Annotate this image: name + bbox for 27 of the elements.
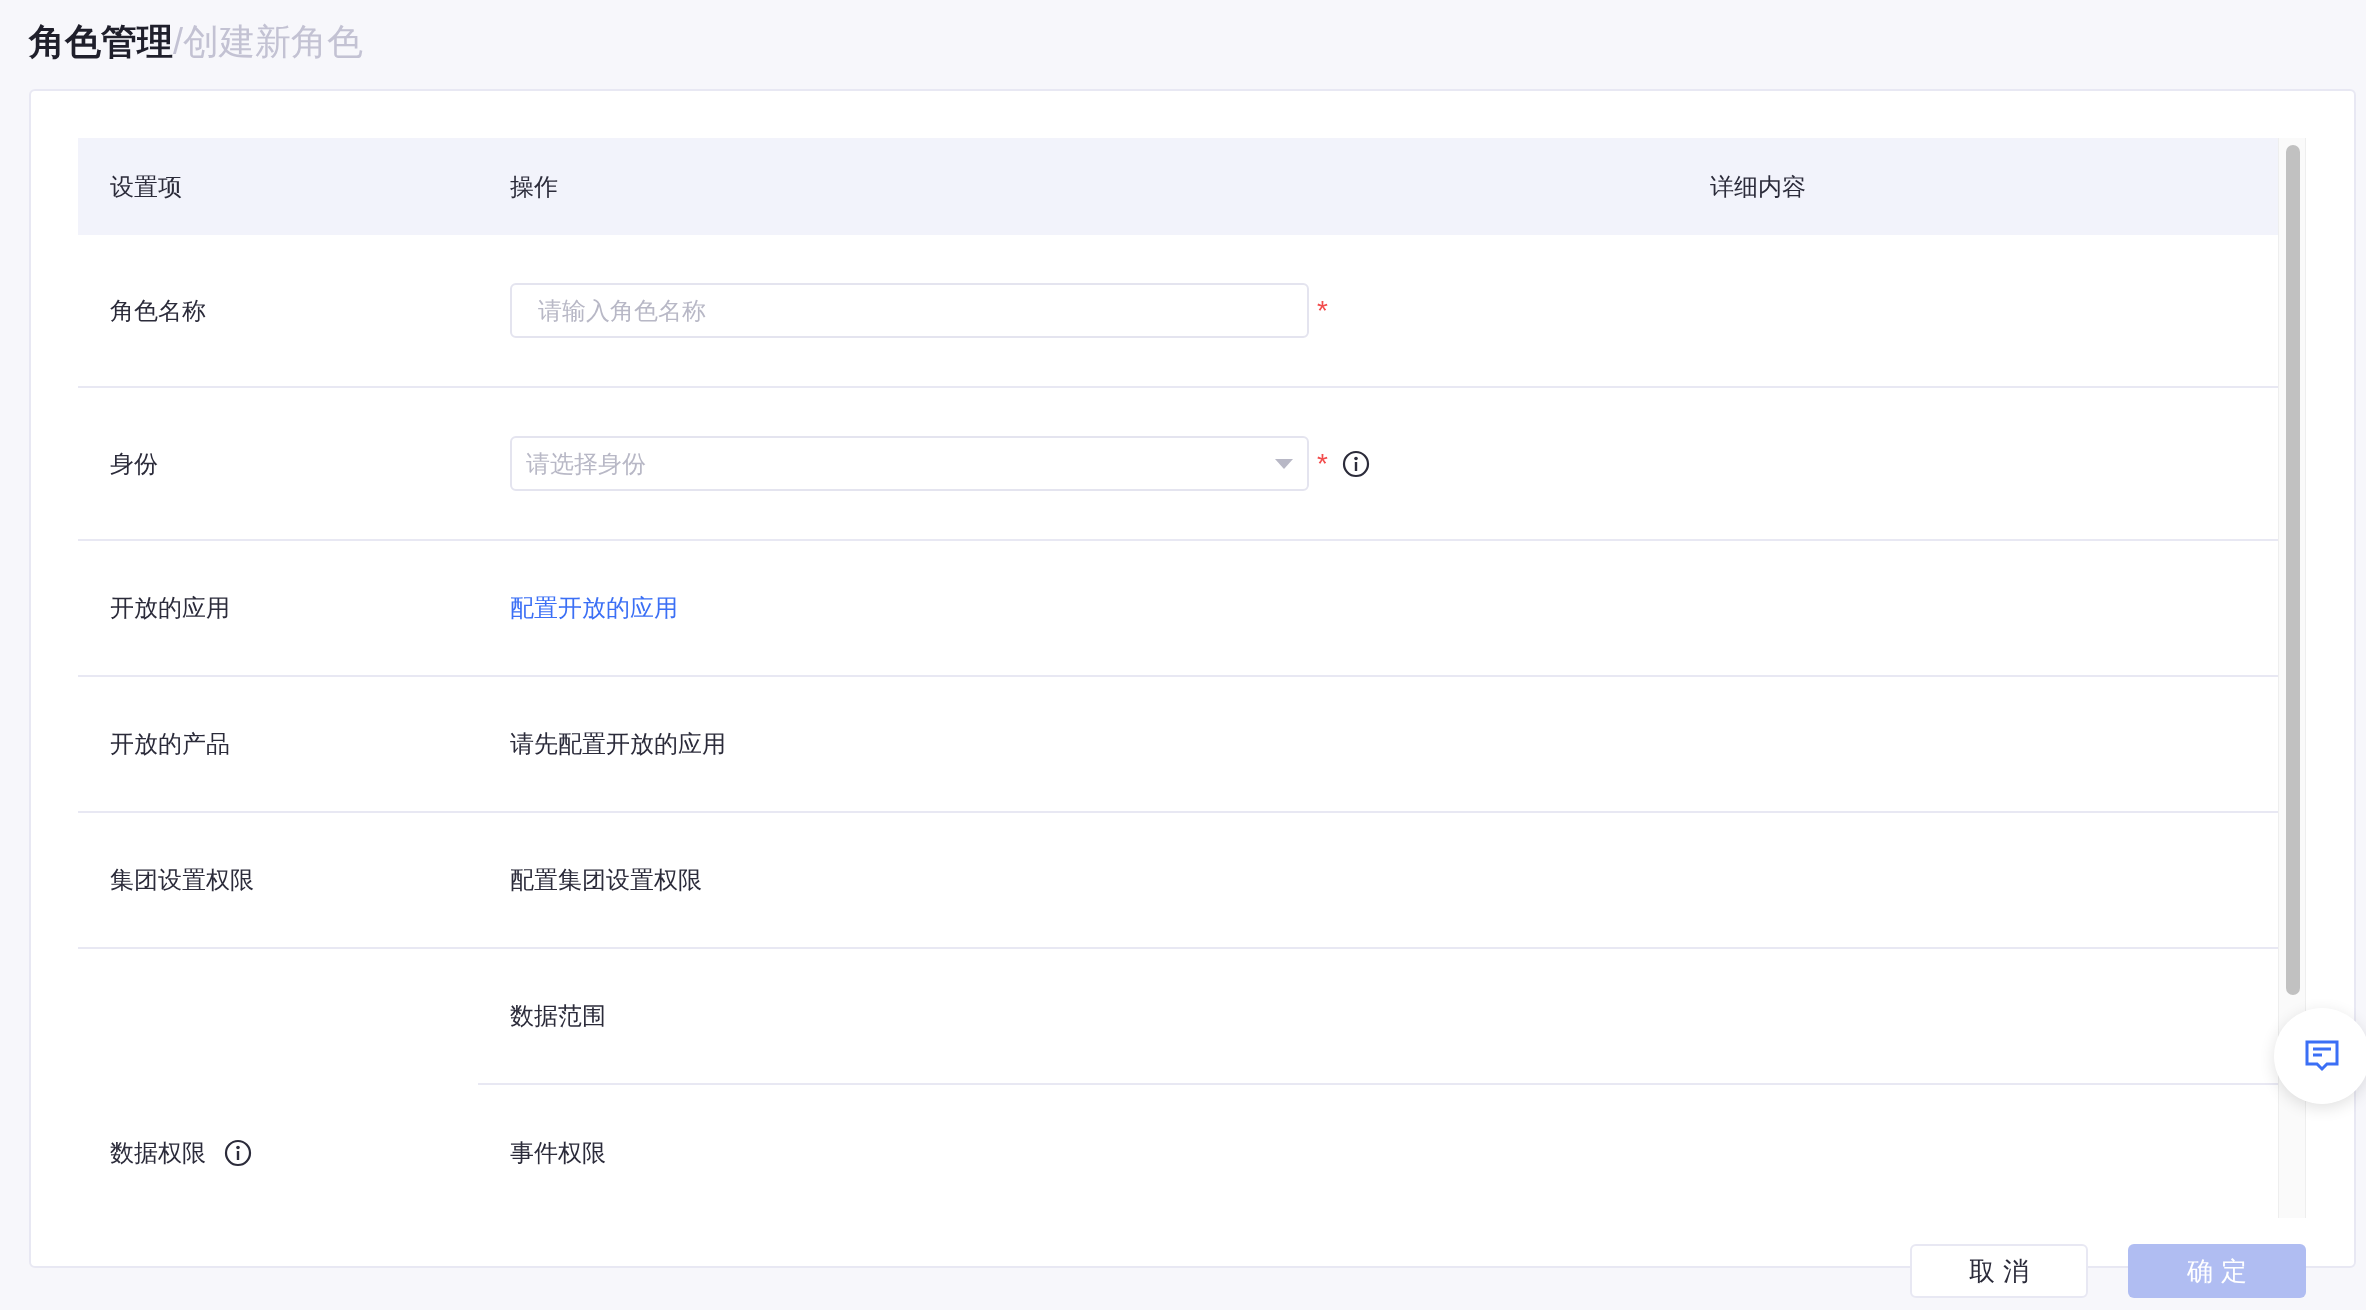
required-mark: * [1317, 449, 1328, 478]
configure-link[interactable]: 配置开放的应用 [510, 590, 678, 626]
info-icon[interactable] [224, 1139, 252, 1167]
cancel-button[interactable]: 取 消 [1910, 1244, 2088, 1298]
row-label: 开放的应用 [110, 593, 230, 623]
select-placeholder: 请选择身份 [526, 448, 646, 479]
caret-icon [1275, 458, 1293, 469]
column-header: 详细内容 [1710, 172, 1806, 200]
row-value: 配置集团设置权限 [510, 865, 702, 895]
identity-select[interactable]: 请选择身份 [510, 436, 1309, 491]
message-icon [2305, 1039, 2339, 1073]
row-label: 集团设置权限 [110, 865, 254, 895]
info-icon[interactable] [1341, 449, 1370, 478]
scrollbar-thumb[interactable] [2286, 145, 2300, 995]
row-value: 请先配置开放的应用 [510, 729, 726, 759]
row-label: 开放的产品 [110, 729, 230, 759]
row-value: 数据范围 [510, 1001, 606, 1031]
row-value: 事件权限 [510, 1138, 606, 1168]
row-label: 角色名称 [110, 295, 206, 326]
breadcrumb-separator: / [173, 20, 183, 64]
row-label: 身份 [110, 448, 158, 479]
required-mark: * [1317, 296, 1328, 325]
role-name-field[interactable]: 请输入角色名称 [510, 283, 1309, 338]
page-title: 角色管理 [29, 20, 173, 64]
column-header: 设置项 [110, 172, 182, 200]
row-label: 数据权限 [110, 1138, 206, 1168]
column-header: 操作 [510, 172, 558, 200]
